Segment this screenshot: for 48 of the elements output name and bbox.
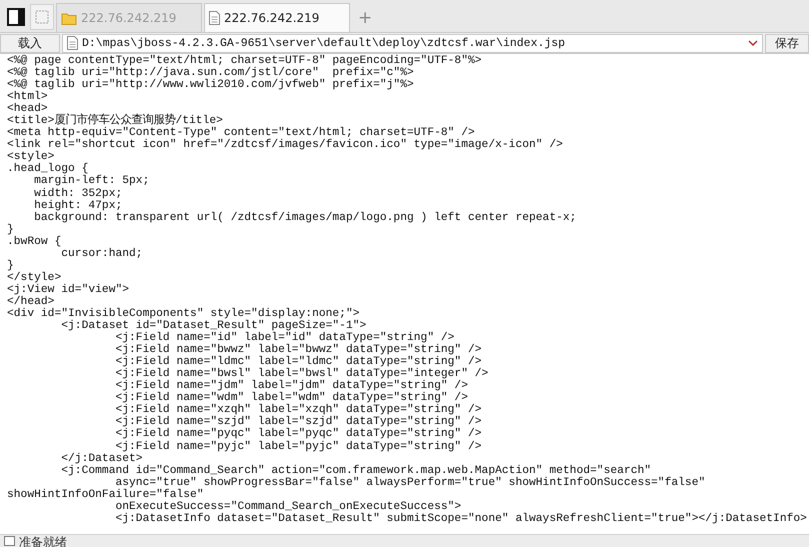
code-line: <j:Field name="ldmc" label="ldmc" dataType="string" /> (114, 356, 482, 368)
code-line: width: 352px; (33, 188, 122, 200)
code-line: showHintInfoOnFailure="false" (7, 488, 204, 501)
code-line: <j:View id="view"> (7, 284, 130, 296)
code-line: background: transparent url( /zdtcsf/images/map/logo.png ) left center repeat-x; (33, 212, 576, 224)
code-line: <meta http-equiv="Content-Type" content="text/html; charset=UTF-8" /> (7, 127, 475, 140)
path-field[interactable]: D:\mpas\jboss-4.2.3.GA-9651\server\default\deploy\zdtcsf.war\index.jsp (62, 34, 763, 52)
code-line: } (7, 224, 14, 236)
code-line: margin-left: 5px; (34, 175, 150, 188)
code-line: <j:Field name="wdm" label="wdm" dataType="string" /> (114, 392, 468, 404)
code-line: height: 47px; (33, 200, 122, 212)
code-line: <div id="InvisibleComponents" style="display:none;"> (7, 308, 360, 320)
code-line: <j:Field name="bwsl" label="bwsl" dataType="integer" /> (114, 368, 488, 380)
file-icon (67, 36, 78, 50)
code-line: <head> (7, 103, 48, 116)
code-line: } (7, 260, 14, 272)
file-icon (209, 11, 220, 25)
folder-icon (61, 12, 77, 24)
code-line: <j:Field name="jdm" label="jdm" dataType="string" /> (114, 380, 468, 392)
code-line: <j:Field name="pyjc" label="pyjc" dataType="string" /> (115, 440, 482, 452)
code-line: <j:Field name="bwwz" label="bwwz" dataType="string" /> (114, 344, 482, 356)
code-line: <j:Field name="xzqh" label="xzqh" dataType="string" /> (114, 404, 482, 416)
code-line: <%@ taglib uri="http://www.wwli2010.com/jvfweb" prefix="j"%> (7, 79, 414, 92)
code-line: <style> (7, 151, 54, 164)
code-line: <title>厦门市停车公众查询服势/title> (7, 115, 223, 128)
code-line: async="true" showProgressBar="false" alwaysPerform="true" showHintInfoOnSuccess="false" (115, 476, 706, 489)
code-line: <html> (7, 91, 48, 104)
code-line: <link rel="shortcut icon" href="/zdtcsf/images/favicon.ico" type="image/x-icon" /> (7, 139, 563, 152)
status-icon (4, 535, 15, 546)
code-line: .bwRow { (7, 236, 62, 248)
dropdown-caret-icon[interactable] (748, 40, 758, 46)
code-line: cursor:hand; (60, 248, 143, 260)
code-line: onExecuteSuccess="Command_Search_onExecuteSuccess"> (114, 500, 462, 513)
code-line: <j:Field name="id" label="id" dataType="string" /> (114, 332, 454, 344)
code-line: <j:Field name="pyqc" label="pyqc" dataType="string" /> (114, 428, 482, 440)
code-line: <%@ taglib uri="http://java.sun.com/jstl/core" prefix="c"%> (7, 67, 414, 80)
code-line: <%@ page contentType="text/html; charset=UTF-8" pageEncoding="UTF-8"%> (7, 55, 482, 67)
code-line: <j:Dataset id="Dataset_Result" pageSize="-1"> (60, 320, 366, 332)
save-button[interactable]: 保存 (765, 34, 809, 52)
code-line: </style> (7, 272, 62, 284)
code-line: <j:Field name="szjd" label="szjd" dataType="string" /> (114, 416, 482, 428)
code-line: </head> (7, 296, 54, 308)
load-button[interactable]: 载入 (0, 34, 60, 52)
tab[interactable]: 222.76.242.219 (204, 3, 350, 32)
code-line: <j:Command id="Command_Search" action="com.framework.map.web.MapAction" method="search" (60, 464, 652, 477)
code-line: </j:Dataset> (60, 452, 143, 465)
code-line: .head_logo { (7, 163, 88, 176)
code-line: <j:DatasetInfo dataset="Dataset_Result" submitScope="none" alwaysRefreshClient="true"></j:DatasetInfo> (114, 512, 807, 525)
